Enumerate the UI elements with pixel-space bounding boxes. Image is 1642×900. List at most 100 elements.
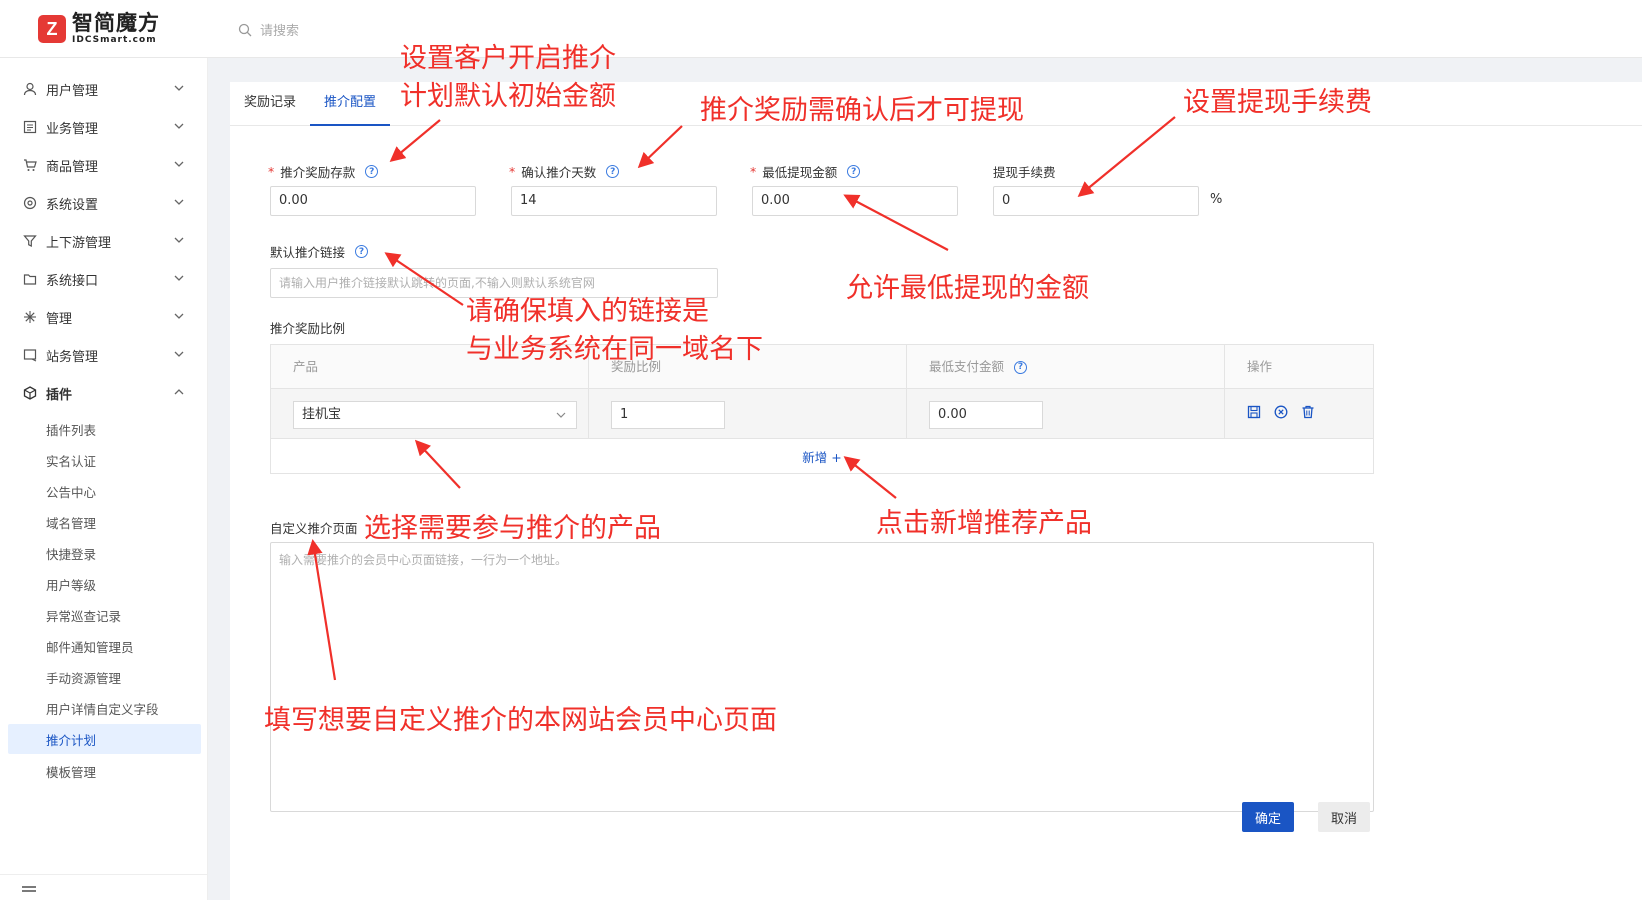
filter-icon [22, 233, 38, 249]
sidebar-item-business[interactable]: 业务管理 [0, 108, 208, 146]
sidebar-item-label: 系统设置 [46, 197, 99, 213]
sidebar-item-site[interactable]: 站务管理 [0, 336, 208, 374]
window-icon [22, 347, 38, 363]
cancel-circle-icon[interactable] [1274, 405, 1288, 419]
sidebar-item-label: 业务管理 [46, 121, 99, 137]
sidebar-subitem[interactable]: 插件列表 [0, 414, 208, 444]
folder-icon [22, 271, 38, 287]
default-link-label: 默认推介链接 ? [270, 242, 369, 261]
min-withdraw-label: * 最低提现金额 ? [750, 162, 861, 181]
list-icon [22, 119, 38, 135]
required-mark: * [750, 164, 757, 179]
help-icon[interactable]: ? [1014, 360, 1028, 374]
tab-bar: 奖励记录 推介配置 [230, 82, 1642, 126]
confirm-days-input[interactable]: 14 [511, 186, 717, 216]
chevron-down-icon [174, 85, 184, 91]
save-icon[interactable] [1247, 405, 1261, 419]
fee-input[interactable]: 0 [993, 186, 1199, 216]
sidebar-item-users[interactable]: 用户管理 [0, 70, 208, 108]
main-panel: 奖励记录 推介配置 * 推介奖励存款 ? 0.00 * 确认推介天数 ? 14 … [230, 82, 1642, 900]
column-header-product: 产品 [271, 345, 589, 389]
row-actions [1247, 405, 1315, 419]
sidebar-subitem[interactable]: 公告中心 [0, 476, 208, 506]
cancel-button[interactable]: 取消 [1318, 802, 1370, 832]
chevron-down-icon [556, 412, 566, 418]
sidebar-subitem[interactable]: 邮件通知管理员 [0, 631, 208, 661]
search-placeholder: 请搜索 [260, 24, 300, 39]
sidebar-item-label: 系统接口 [46, 273, 99, 289]
column-header-actions: 操作 [1247, 359, 1273, 374]
confirm-button[interactable]: 确定 [1242, 802, 1294, 832]
sidebar-item-label: 商品管理 [46, 159, 99, 175]
table-row: 挂机宝 1 0.00 [271, 389, 1373, 439]
chevron-down-icon [174, 351, 184, 357]
sidebar-subitem[interactable]: 用户等级 [0, 569, 208, 599]
delete-icon[interactable] [1301, 405, 1315, 419]
search-input[interactable]: 请搜索 [238, 20, 299, 39]
sidebar-subitem[interactable]: 实名认证 [0, 445, 208, 475]
logo-mark-icon: Z [38, 15, 66, 43]
sidebar-item-plugins[interactable]: 插件 [0, 374, 208, 412]
default-link-input[interactable]: 请输入用户推介链接默认跳转的页面,不输入则默认系统官网 [270, 268, 718, 298]
add-product-button[interactable]: 新增 + [271, 439, 1373, 473]
cart-icon [22, 157, 38, 173]
sidebar-subitem[interactable]: 用户详情自定义字段 [0, 693, 208, 723]
sidebar-subitem[interactable]: 异常巡查记录 [0, 600, 208, 630]
deposit-label: * 推介奖励存款 ? [268, 162, 379, 181]
cube-icon [22, 385, 38, 401]
help-icon[interactable]: ? [606, 165, 620, 178]
sidebar-item-label: 管理 [46, 311, 73, 327]
ratio-table: 产品 奖励比例 最低支付金额 ? 操作 挂机宝 1 0.00 新增 + [270, 344, 1374, 474]
sidebar-item-interfaces[interactable]: 系统接口 [0, 260, 208, 298]
column-header-min-pay: 最低支付金额 ? [907, 345, 1225, 389]
table-header: 产品 奖励比例 最低支付金额 ? 操作 [271, 345, 1373, 389]
sidebar: 用户管理 业务管理 商品管理 系统设置 上下游管理 系统接口 管理 站务管理 插 [0, 58, 208, 900]
help-icon[interactable]: ? [365, 165, 379, 178]
product-select[interactable]: 挂机宝 [293, 401, 577, 429]
sidebar-item-label: 插件 [46, 387, 73, 403]
required-mark: * [509, 164, 516, 179]
fee-unit: % [1210, 192, 1223, 207]
chevron-down-icon [174, 199, 184, 205]
sidebar-item-manage[interactable]: 管理 [0, 298, 208, 336]
sidebar-subitem-active[interactable]: 推介计划 [8, 724, 201, 754]
sidebar-subitem[interactable]: 手动资源管理 [0, 662, 208, 692]
min-pay-input[interactable]: 0.00 [929, 401, 1043, 429]
confirm-days-label: * 确认推介天数 ? [509, 162, 620, 181]
sidebar-item-products[interactable]: 商品管理 [0, 146, 208, 184]
logo-title: 智简魔方 [72, 11, 160, 35]
ratio-input[interactable]: 1 [611, 401, 725, 429]
chevron-down-icon [174, 313, 184, 319]
custom-page-label: 自定义推介页面 [270, 521, 358, 536]
sidebar-subitem[interactable]: 域名管理 [0, 507, 208, 537]
min-withdraw-input[interactable]: 0.00 [752, 186, 958, 216]
user-icon [22, 81, 38, 97]
sidebar-item-upstream[interactable]: 上下游管理 [0, 222, 208, 260]
settings-icon [22, 195, 38, 211]
required-mark: * [268, 164, 275, 179]
sidebar-item-system-settings[interactable]: 系统设置 [0, 184, 208, 222]
help-icon[interactable]: ? [847, 165, 861, 178]
sidebar-subitem[interactable]: 快捷登录 [0, 538, 208, 568]
tab-referral-config[interactable]: 推介配置 [310, 82, 391, 126]
sidebar-item-label: 上下游管理 [46, 235, 112, 251]
sidebar-item-label: 用户管理 [46, 83, 99, 99]
chevron-up-icon [174, 389, 184, 395]
fee-label: 提现手续费 [993, 165, 1056, 180]
top-bar: Z 智简魔方 IDCSmart.com 请搜索 [0, 0, 1642, 58]
search-icon [238, 23, 252, 36]
asterisk-icon [22, 309, 38, 325]
logo-subtitle: IDCSmart.com [72, 35, 157, 45]
hamburger-menu-icon[interactable] [22, 885, 36, 897]
chevron-down-icon [174, 161, 184, 167]
sidebar-item-label: 站务管理 [46, 349, 99, 365]
deposit-input[interactable]: 0.00 [270, 186, 476, 216]
chevron-down-icon [174, 275, 184, 281]
tab-reward-records[interactable]: 奖励记录 [230, 82, 310, 126]
chevron-down-icon [174, 237, 184, 243]
sidebar-subitem[interactable]: 模板管理 [0, 756, 208, 786]
help-icon[interactable]: ? [355, 245, 369, 258]
logo[interactable]: Z 智简魔方 IDCSmart.com [38, 13, 160, 45]
column-header-ratio: 奖励比例 [589, 345, 907, 389]
custom-page-textarea[interactable]: 输入需要推介的会员中心页面链接，一行为一个地址。 [270, 542, 1374, 812]
